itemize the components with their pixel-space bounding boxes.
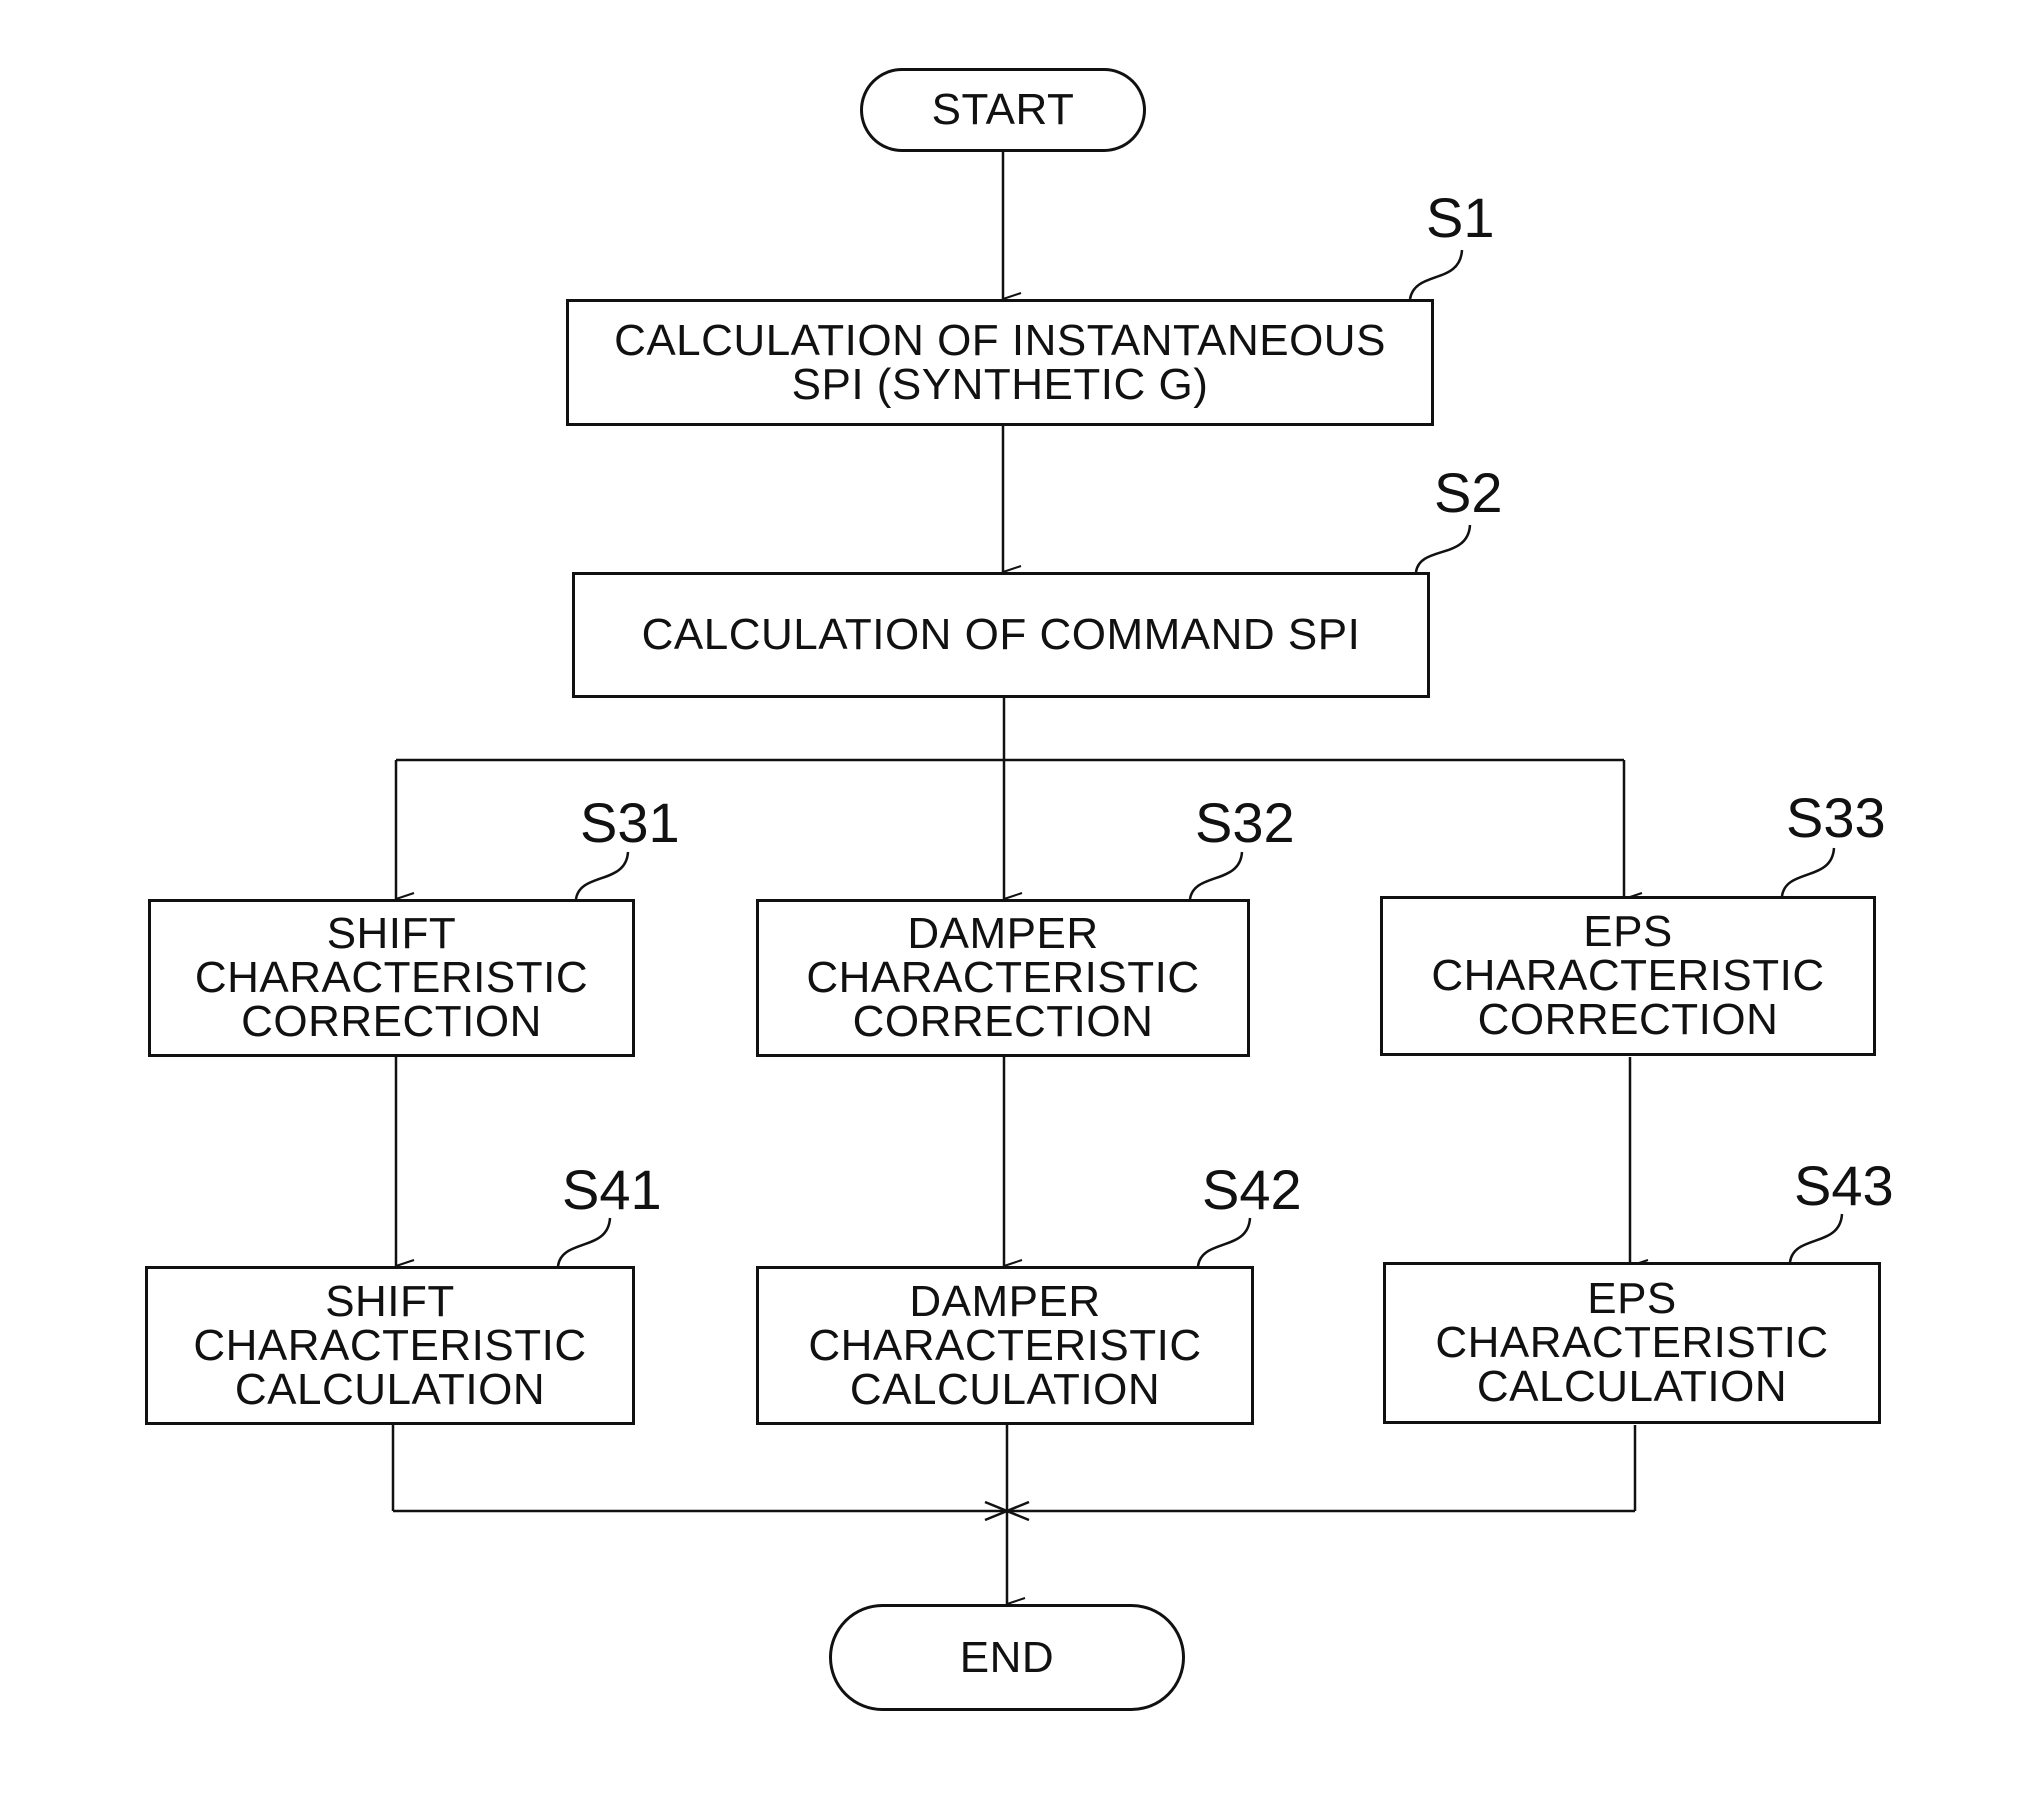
step-s1-label: S1: [1426, 186, 1495, 249]
step-s41-label: S41: [562, 1158, 662, 1221]
step-s33-box: EPS CHARACTERISTIC CORRECTION: [1380, 896, 1876, 1056]
leader-s33: [1780, 847, 1836, 897]
step-s41-text: SHIFT CHARACTERISTIC CALCULATION: [193, 1276, 587, 1414]
step-s43-text: EPS CHARACTERISTIC CALCULATION: [1435, 1274, 1829, 1411]
step-s33-label: S33: [1786, 786, 1886, 849]
step-s2-label: S2: [1434, 461, 1503, 524]
step-s31-label: S31: [580, 791, 680, 854]
step-s1-box: CALCULATION OF INSTANTANEOUS SPI (SYNTHE…: [566, 299, 1434, 426]
step-s33-text: EPS CHARACTERISTIC CORRECTION: [1431, 907, 1825, 1044]
step-s42-label: S42: [1202, 1158, 1302, 1221]
leader-s32: [1188, 851, 1244, 900]
leader-s42: [1196, 1217, 1252, 1267]
step-s41-box: SHIFT CHARACTERISTIC CALCULATION: [145, 1266, 635, 1425]
step-s32-text: DAMPER CHARACTERISTIC CORRECTION: [806, 909, 1200, 1046]
leader-s2: [1414, 524, 1472, 573]
leader-s1: [1408, 249, 1464, 300]
leader-s31: [574, 851, 630, 900]
step-s32-label: S32: [1195, 791, 1295, 854]
step-s42-text: DAMPER CHARACTERISTIC CALCULATION: [808, 1276, 1202, 1414]
leader-s43: [1788, 1213, 1844, 1263]
step-s2-box: CALCULATION OF COMMAND SPI: [572, 572, 1430, 698]
step-s2-text: CALCULATION OF COMMAND SPI: [641, 610, 1361, 659]
leader-s41: [556, 1217, 612, 1267]
step-s43-label: S43: [1794, 1154, 1894, 1217]
step-s31-box: SHIFT CHARACTERISTIC CORRECTION: [148, 899, 635, 1057]
step-s1-text: CALCULATION OF INSTANTANEOUS SPI (SYNTHE…: [614, 315, 1386, 409]
step-s31-text: SHIFT CHARACTERISTIC CORRECTION: [194, 909, 589, 1046]
end-text: END: [959, 1632, 1055, 1682]
step-s32-box: DAMPER CHARACTERISTIC CORRECTION: [756, 899, 1250, 1057]
end-terminal: END: [829, 1604, 1185, 1711]
step-s42-box: DAMPER CHARACTERISTIC CALCULATION: [756, 1266, 1254, 1425]
start-text: START: [931, 85, 1075, 134]
start-terminal: START: [860, 68, 1146, 152]
step-s43-box: EPS CHARACTERISTIC CALCULATION: [1383, 1262, 1881, 1424]
